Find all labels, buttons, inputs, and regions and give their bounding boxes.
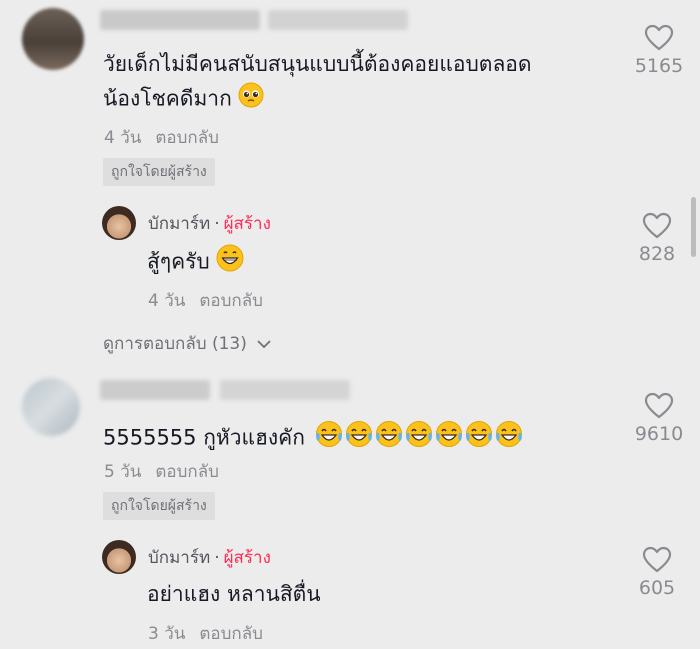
comment-time: 5 วัน [104, 462, 142, 482]
comment-time: 4 วัน [104, 128, 142, 148]
comment-text-label: 5555555 กูหัวแฮงคัก [103, 425, 305, 450]
liked-by-creator-badge: ถูกใจโดยผู้สร้าง [103, 492, 215, 520]
view-replies-button[interactable]: ดูการตอบกลับ (13) [103, 330, 272, 357]
comment-text-line2: น้องโชคดีมาก [103, 82, 264, 117]
creator-name-label[interactable]: บักมาร์ท [148, 214, 210, 234]
commenter-avatar[interactable] [22, 8, 84, 70]
comment-meta: 4 วัน ตอบกลับ [104, 124, 219, 151]
reply-text-label: สู้ๆครับ [147, 249, 210, 274]
reply-meta: 4 วัน ตอบกลับ [148, 287, 263, 314]
tears-of-joy-emoji [404, 420, 434, 457]
like-count: 5165 [634, 55, 684, 77]
scrollbar-thumb[interactable] [691, 197, 696, 257]
tears-of-joy-emoji [434, 420, 464, 457]
commenter-name-blurred-extra [220, 380, 350, 400]
tears-of-joy-emoji [494, 420, 524, 457]
reply-button[interactable]: ตอบกลับ [199, 291, 263, 311]
grinning-face-emoji [216, 244, 244, 281]
reply-time: 4 วัน [148, 291, 186, 311]
tears-of-joy-emoji [374, 420, 404, 457]
heart-outline-icon[interactable] [644, 392, 674, 419]
commenter-name-blurred[interactable] [100, 380, 210, 400]
commenter-name-blurred-extra [268, 10, 408, 30]
comment-meta: 5 วัน ตอบกลับ [104, 458, 219, 485]
comment-text-line2-label: น้องโชคดีมาก [103, 86, 232, 111]
creator-name[interactable]: บักมาร์ท · ผู้สร้าง [148, 210, 271, 237]
chevron-down-icon[interactable] [256, 339, 272, 349]
reply-button[interactable]: ตอบกลับ [199, 624, 263, 644]
creator-tag: ผู้สร้าง [223, 214, 271, 234]
commenter-name-blurred[interactable] [100, 10, 260, 30]
liked-by-creator-badge: ถูกใจโดยผู้สร้าง [103, 158, 215, 186]
heart-outline-icon[interactable] [644, 24, 674, 51]
separator-dot: · [214, 548, 220, 568]
view-replies-label[interactable]: ดูการตอบกลับ (13) [103, 334, 247, 354]
comment-text: 5555555 กูหัวแฮงคัก [103, 420, 524, 457]
like-count: 605 [638, 577, 676, 599]
creator-avatar[interactable] [102, 206, 136, 240]
reply-text: สู้ๆครับ [147, 244, 244, 281]
separator-dot: · [214, 214, 220, 234]
comment-like[interactable]: 9610 [626, 392, 692, 445]
comment-text: วัยเด็กไม่มีคนสนับสนุนแบบนี้ต้องคอยแอบตล… [103, 52, 532, 76]
creator-tag: ผู้สร้าง [223, 548, 271, 568]
creator-avatar[interactable] [102, 540, 136, 574]
reply-like[interactable]: 605 [624, 546, 690, 599]
like-count: 9610 [634, 423, 684, 445]
creator-name-label[interactable]: บักมาร์ท [148, 548, 210, 568]
tears-of-joy-emoji [344, 420, 374, 457]
comment-like[interactable]: 5165 [626, 24, 692, 77]
creator-name[interactable]: บักมาร์ท · ผู้สร้าง [148, 544, 271, 571]
heart-outline-icon[interactable] [642, 212, 672, 239]
tears-of-joy-emoji [464, 420, 494, 457]
like-count: 828 [638, 243, 676, 265]
reply-text: อย่าแฮง หลานสิตื่น [147, 582, 321, 606]
heart-outline-icon[interactable] [642, 546, 672, 573]
tears-of-joy-emoji [314, 420, 344, 457]
reply-like[interactable]: 828 [624, 212, 690, 265]
reply-time: 3 วัน [148, 624, 186, 644]
commenter-avatar[interactable] [22, 378, 80, 436]
reply-button[interactable]: ตอบกลับ [155, 462, 219, 482]
reply-button[interactable]: ตอบกลับ [155, 128, 219, 148]
tears-of-joy-emoji-row [314, 421, 524, 450]
reply-meta: 3 วัน ตอบกลับ [148, 620, 263, 647]
pleading-face-emoji [238, 82, 264, 117]
